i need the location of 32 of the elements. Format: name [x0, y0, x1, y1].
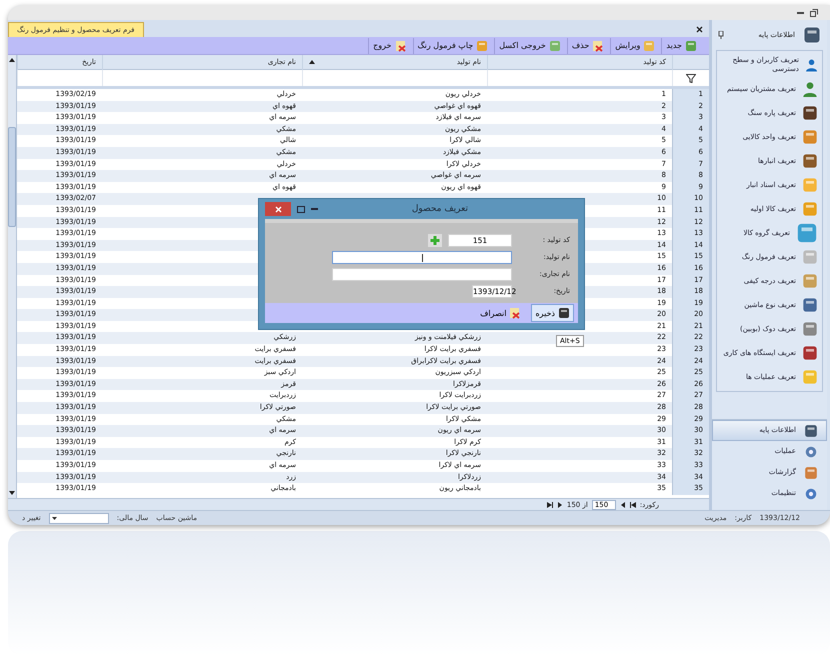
close-icon [274, 206, 282, 212]
person-icon [804, 57, 818, 73]
toolbar-button[interactable]: خروجی اکسل [494, 38, 565, 54]
dialog-button[interactable]: انصراف [476, 304, 526, 322]
toolbar-button[interactable]: جدید [661, 38, 701, 54]
toolbar-button[interactable]: چاپ فرمول رنگ [412, 38, 492, 54]
cancel-icon [509, 307, 522, 319]
scroll-down-icon[interactable] [9, 490, 15, 496]
next-record-icon[interactable] [556, 502, 563, 508]
toolbar-button[interactable]: ویرایش [610, 38, 660, 54]
dialog-button[interactable]: ذخیره [531, 304, 574, 322]
delete-icon [592, 40, 604, 52]
first-record-icon[interactable] [630, 502, 636, 508]
toolbar-button[interactable]: خروج [368, 38, 410, 54]
restore-icon[interactable] [810, 8, 818, 16]
toolbar-button[interactable]: حذف [566, 38, 608, 54]
caret-icon [52, 516, 57, 520]
last-record-icon[interactable] [546, 502, 553, 508]
maximize-icon[interactable] [297, 206, 305, 212]
input-field[interactable] [332, 268, 512, 280]
previous-record-icon[interactable] [620, 502, 626, 508]
input-field[interactable] [332, 250, 512, 264]
dialog-title: تعریف محصول [412, 204, 468, 214]
minimize-icon[interactable] [797, 12, 804, 14]
exit-icon [394, 40, 406, 52]
scroll-up-icon[interactable] [9, 57, 15, 63]
filter-icon[interactable] [686, 74, 696, 82]
pin-icon[interactable] [718, 31, 724, 39]
people-icon [802, 81, 818, 97]
scrollbar-thumb[interactable] [8, 126, 16, 226]
close-icon[interactable] [696, 26, 703, 33]
close-button[interactable] [265, 202, 291, 216]
